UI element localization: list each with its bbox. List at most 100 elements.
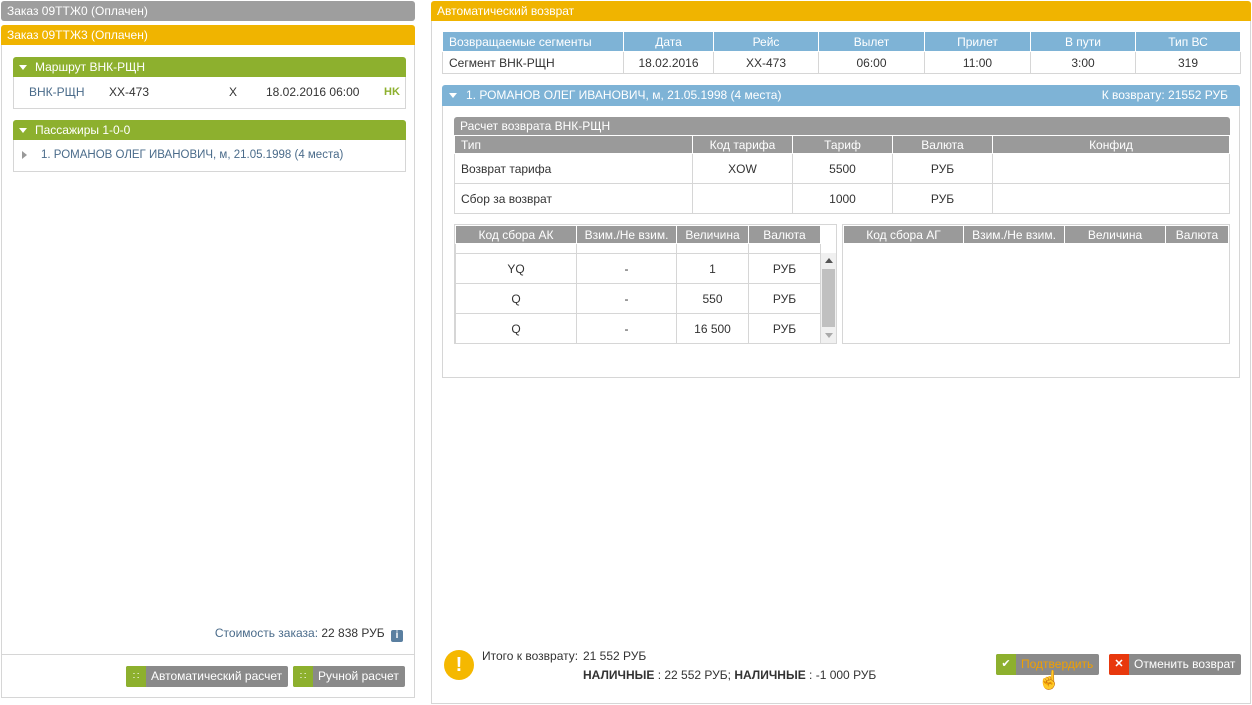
route-flight: XX-473 <box>109 85 150 99</box>
cash-value: : 22 552 РУБ; <box>654 668 735 682</box>
collapse-triangle-icon <box>19 65 27 70</box>
route-segment-link[interactable]: ВНК-РЩН <box>29 77 85 107</box>
auto-refund-header: Автоматический возврат <box>431 1 1251 21</box>
ak-cell: РУБ <box>748 313 821 343</box>
segment-cell: 18.02.2016 <box>623 51 714 74</box>
order-cost-label: Стоимость заказа: <box>214 626 319 640</box>
segment-cell: 06:00 <box>818 51 925 74</box>
ak-header: Валюта <box>748 225 821 244</box>
calc-cell: 1000 <box>792 183 893 214</box>
auto-refund-panel: Возвращаемые сегменты Дата Рейс Вылет Пр… <box>431 21 1251 704</box>
ak-scrollbar[interactable] <box>821 253 836 343</box>
calc-table: Тип Код тарифа Тариф Валюта Конфид Возвр… <box>454 135 1230 214</box>
close-icon: ✕ <box>1109 654 1129 675</box>
calc-cell <box>692 183 793 214</box>
manual-calc-button[interactable]: ∷ Ручной расчет <box>293 666 405 687</box>
calc-header: Тип <box>454 135 693 154</box>
calc-header: Конфид <box>992 135 1230 154</box>
manual-calc-label: Ручной расчет <box>318 669 399 683</box>
cash-label: НАЛИЧНЫЕ <box>583 668 655 682</box>
cash-label: НАЛИЧНЫЕ <box>734 668 806 682</box>
calc-header: Валюта <box>892 135 993 154</box>
info-icon[interactable]: i <box>391 630 403 642</box>
passenger-name: 1. РОМАНОВ ОЛЕГ ИВАНОВИЧ, м, 21.05.1998 … <box>41 149 344 161</box>
order-tab-1[interactable]: Заказ 09ТТЖ3 (Оплачен) <box>1 25 415 45</box>
order-cost: Стоимость заказа: 22 838 РУБ i <box>215 626 403 642</box>
scroll-down-icon[interactable] <box>825 333 833 338</box>
calc-cell: Возврат тарифа <box>454 153 693 184</box>
order-tab-0[interactable]: Заказ 09ТТЖ0 (Оплачен) <box>1 1 415 21</box>
grid-icon: ∷ <box>126 666 146 687</box>
segments-header: Возвращаемые сегменты <box>442 31 624 52</box>
calc-cell <box>992 153 1230 184</box>
segments-header: Прилет <box>924 31 1031 52</box>
ak-fees-box: Код сбора АК Взим./Не взим. Величина Вал… <box>454 224 837 344</box>
ak-cell: РУБ <box>748 253 821 284</box>
cash-value: : -1 000 РУБ <box>805 668 877 682</box>
scroll-up-icon[interactable] <box>825 258 833 263</box>
left-footer: ∷ Автоматический расчет ∷ Ручной расчет <box>2 654 414 698</box>
calc-cell: РУБ <box>892 153 993 184</box>
calc-header: Код тарифа <box>692 135 793 154</box>
route-class: X <box>229 85 238 99</box>
ag-fees-box: Код сбора АГ Взим./Не взим. Величина Вал… <box>842 224 1230 344</box>
ag-header: Взим./Не взим. <box>963 225 1065 244</box>
order-details-panel: Маршрут ВНК-РЩН ВНК-РЩН XX-473 X 18.02.2… <box>1 45 415 698</box>
ak-cell: Q <box>455 283 577 314</box>
ak-cell: - <box>576 313 677 343</box>
ak-cell: 16 500 <box>676 313 749 343</box>
segments-header: В пути <box>1030 31 1136 52</box>
segments-header: Вылет <box>818 31 925 52</box>
passenger-refund-box: Расчет возврата ВНК-РЩН Тип Код тарифа Т… <box>442 106 1240 378</box>
passenger-refund-name: 1. РОМАНОВ ОЛЕГ ИВАНОВИЧ, м, 21.05.1998 … <box>466 88 782 102</box>
calc-title: Расчет возврата ВНК-РЩН <box>454 117 1230 135</box>
segment-cell: 11:00 <box>924 51 1031 74</box>
route-header[interactable]: Маршрут ВНК-РЩН <box>13 57 406 77</box>
passenger-refund-bar[interactable]: 1. РОМАНОВ ОЛЕГ ИВАНОВИЧ, м, 21.05.1998 … <box>442 85 1240 106</box>
cancel-refund-button[interactable]: ✕ Отменить возврат <box>1109 654 1242 675</box>
table-row: Сбор за возврат 1000 РУБ <box>454 183 1230 214</box>
segments-header: Дата <box>623 31 714 52</box>
passengers-header[interactable]: Пассажиры 1-0-0 <box>13 120 406 140</box>
table-row[interactable]: Q - 550 РУБ <box>455 283 821 314</box>
ak-cell: YQ <box>455 253 577 284</box>
route-box: ВНК-РЩН XX-473 X 18.02.2016 06:00 HK <box>13 77 406 109</box>
order-cost-value: 22 838 РУБ <box>321 626 385 640</box>
total-refund-label: Итого к возврату: <box>482 649 579 663</box>
table-row: Возврат тарифа XOW 5500 РУБ <box>454 153 1230 184</box>
ak-cell: Q <box>455 313 577 343</box>
route-datetime: 18.02.2016 06:00 <box>266 85 360 99</box>
calc-cell <box>992 183 1230 214</box>
ak-cell: 1 <box>676 253 749 284</box>
scroll-thumb[interactable] <box>822 269 835 327</box>
warning-icon: ! <box>444 650 474 680</box>
route-title: Маршрут ВНК-РЩН <box>35 60 146 74</box>
collapse-triangle-icon <box>449 93 457 98</box>
ak-cell: - <box>576 253 677 284</box>
ag-header: Валюта <box>1165 225 1229 244</box>
cancel-refund-label: Отменить возврат <box>1134 657 1236 671</box>
ak-header: Величина <box>676 225 749 244</box>
passenger-row[interactable]: 1. РОМАНОВ ОЛЕГ ИВАНОВИЧ, м, 21.05.1998 … <box>14 140 405 170</box>
segments-table: Возвращаемые сегменты Дата Рейс Вылет Пр… <box>442 31 1241 74</box>
ak-fees-table: Код сбора АК Взим./Не взим. Величина Вал… <box>455 225 821 343</box>
table-row[interactable]: Q - 16 500 РУБ <box>455 313 821 343</box>
payment-breakdown: НАЛИЧНЫЕ : 22 552 РУБ; НАЛИЧНЫЕ : -1 000… <box>583 668 876 682</box>
ak-cell: РУБ <box>748 283 821 314</box>
grid-icon: ∷ <box>293 666 313 687</box>
segments-header: Тип ВС <box>1135 31 1241 52</box>
total-refund-value: 21 552 РУБ <box>583 649 647 663</box>
ag-header: Величина <box>1064 225 1166 244</box>
segment-cell: Сегмент ВНК-РЩН <box>442 51 624 74</box>
table-row[interactable]: YQ - 1 РУБ <box>455 253 821 284</box>
calc-cell: Сбор за возврат <box>454 183 693 214</box>
ag-fees-table: Код сбора АГ Взим./Не взим. Величина Вал… <box>843 225 1229 244</box>
segment-cell: 319 <box>1135 51 1241 74</box>
calc-cell: XOW <box>692 153 793 184</box>
calc-cell: 5500 <box>792 153 893 184</box>
hand-cursor-icon: ☝ <box>1038 670 1061 690</box>
ak-header: Взим./Не взим. <box>576 225 677 244</box>
segment-cell: XX-473 <box>713 51 819 74</box>
collapse-triangle-icon <box>19 128 27 133</box>
auto-calc-button[interactable]: ∷ Автоматический расчет <box>126 666 289 687</box>
